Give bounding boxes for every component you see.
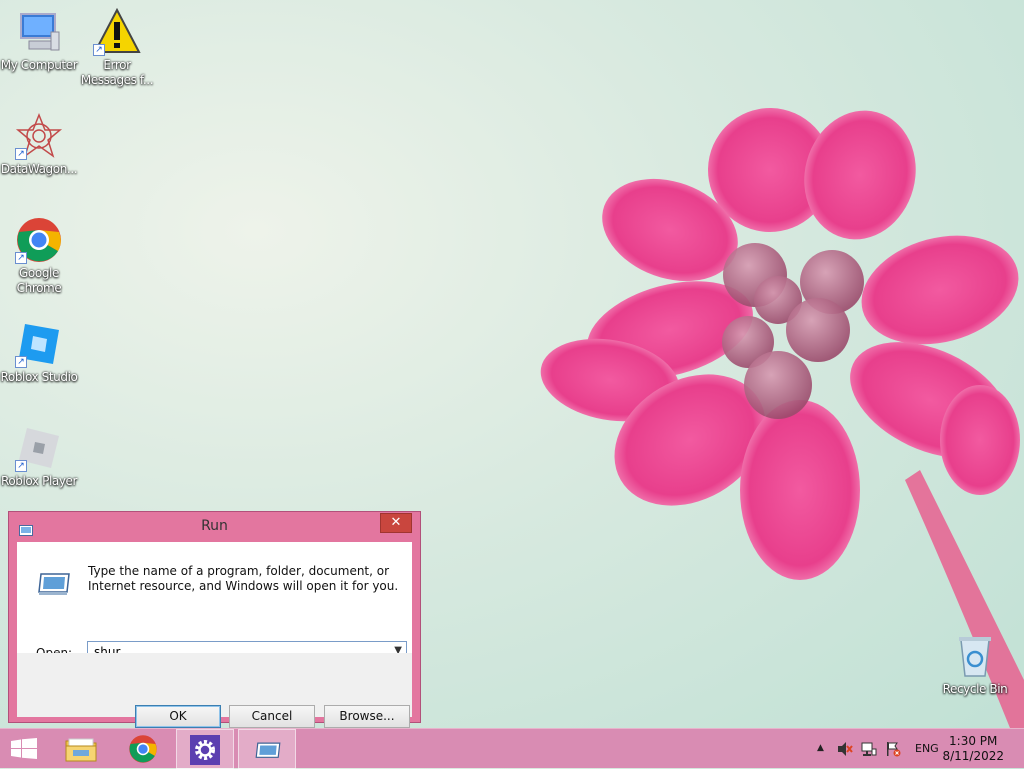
desktop-icon-error-messages[interactable]: ↗ Error Messages f...: [78, 7, 156, 88]
datawagon-icon: ↗: [15, 112, 63, 160]
close-button[interactable]: ✕: [380, 513, 412, 533]
browse-button[interactable]: Browse...: [324, 705, 410, 728]
run-icon: [37, 570, 71, 602]
shortcut-arrow-icon: ↗: [15, 148, 27, 160]
speaker-muted-icon[interactable]: [837, 741, 853, 757]
shortcut-arrow-icon: ↗: [15, 460, 27, 472]
warning-icon: ↗: [93, 7, 141, 56]
shortcut-arrow-icon: ↗: [15, 356, 27, 368]
chrome-icon: ↗: [15, 216, 63, 264]
desktop-icon-roblox-player[interactable]: ↗ Roblox Player: [0, 424, 78, 489]
taskbar-settings[interactable]: [176, 729, 234, 769]
taskbar: ▲ ENG 1:30 PM 8/11/2022: [0, 728, 1024, 769]
desktop-icon-label: My Computer: [0, 58, 78, 72]
recycle-bin-icon: [951, 632, 999, 680]
desktop-icon-roblox-studio[interactable]: ↗ Roblox Studio: [0, 320, 78, 385]
ok-button[interactable]: OK: [135, 705, 221, 728]
run-icon: [255, 742, 281, 758]
desktop-icon-label: Recycle Bin: [942, 682, 1008, 696]
language-indicator[interactable]: ENG: [915, 742, 939, 755]
start-button[interactable]: [0, 729, 50, 769]
desktop-icon-label: DataWagon...: [0, 162, 78, 176]
taskbar-file-explorer[interactable]: [52, 729, 110, 769]
desktop-icon-label: Roblox Player: [0, 474, 78, 488]
taskbar-google-chrome[interactable]: [114, 729, 172, 769]
run-dialog[interactable]: Run ✕ Type the name of a program, folder…: [8, 511, 421, 728]
chrome-icon: [129, 735, 157, 763]
run-title: Run: [201, 518, 228, 534]
taskbar-run[interactable]: [238, 729, 296, 769]
run-body: Type the name of a program, folder, docu…: [17, 542, 412, 728]
my-computer-icon: [15, 8, 63, 56]
clock-date: 8/11/2022: [942, 749, 1004, 763]
desktop-icon-my-computer[interactable]: My Computer: [0, 8, 78, 73]
wallpaper-flower: [540, 108, 1024, 728]
roblox-player-icon: ↗: [15, 424, 63, 472]
run-titlebar[interactable]: Run ✕: [9, 512, 420, 542]
clock-time: 1:30 PM: [949, 734, 998, 748]
desktop-icon-label: Roblox Studio: [0, 370, 78, 384]
shortcut-arrow-icon: ↗: [93, 44, 105, 56]
folder-icon: [65, 738, 97, 762]
desktop-icon-label: Google Chrome: [16, 266, 62, 295]
clock[interactable]: 1:30 PM 8/11/2022: [942, 734, 1004, 764]
desktop-icon-label: Error Messages f...: [80, 58, 154, 87]
run-description: Type the name of a program, folder, docu…: [88, 564, 399, 593]
action-center-flag-icon[interactable]: [885, 741, 901, 757]
windows-logo-icon: [11, 738, 37, 759]
desktop-icon-google-chrome[interactable]: ↗ Google Chrome: [0, 216, 78, 296]
cancel-button[interactable]: Cancel: [229, 705, 315, 728]
desktop-icon-recycle-bin[interactable]: Recycle Bin: [936, 632, 1014, 697]
roblox-studio-icon: ↗: [15, 320, 63, 368]
network-icon[interactable]: [861, 741, 877, 757]
shortcut-arrow-icon: ↗: [15, 252, 27, 264]
show-hidden-icons-chevron-icon[interactable]: ▲: [817, 743, 833, 759]
desktop-icon-datawagon[interactable]: ↗ DataWagon...: [0, 112, 78, 177]
gear-icon: [190, 735, 220, 765]
